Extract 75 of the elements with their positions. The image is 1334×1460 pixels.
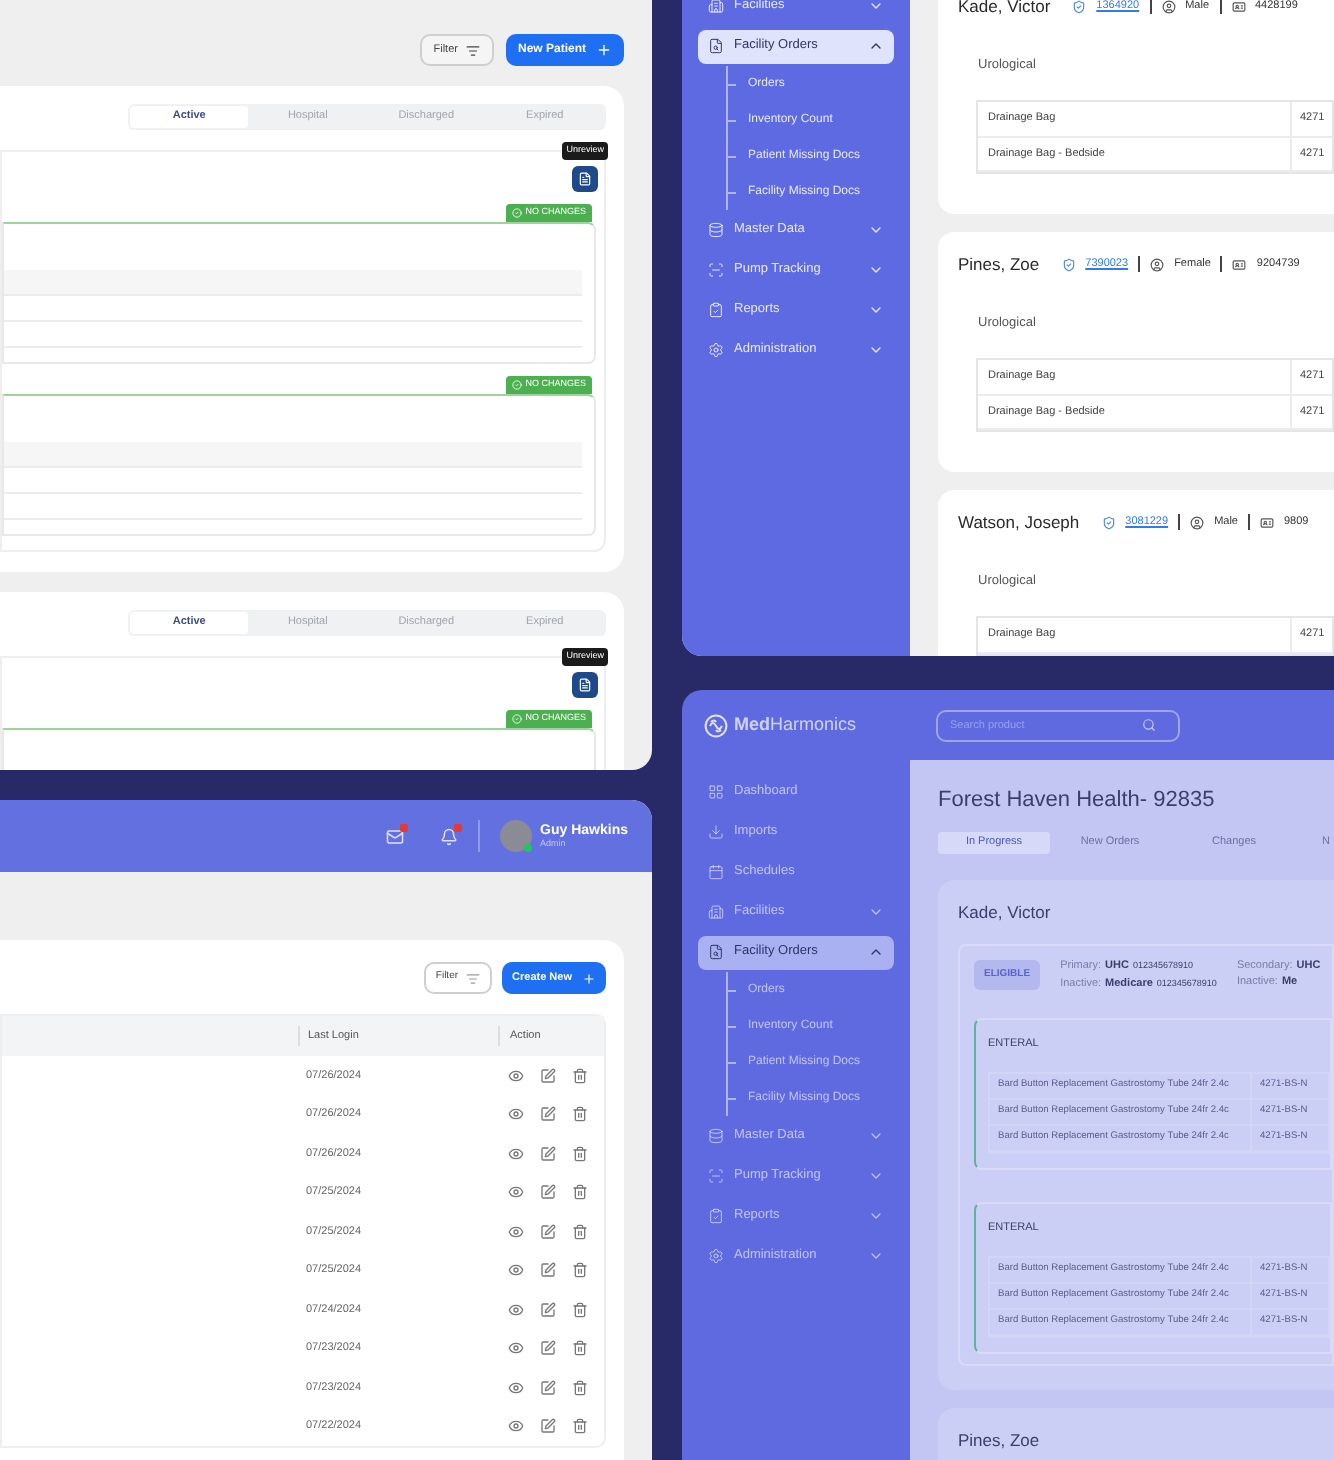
id-card-icon [1259,515,1274,529]
view-icon[interactable] [508,1418,524,1435]
bell-icon[interactable] [440,827,459,845]
view-icon[interactable] [508,1067,524,1084]
mail-icon[interactable] [386,827,405,845]
shield-icon [1061,257,1076,271]
check-icon [511,208,522,218]
clipboard-icon [708,302,724,318]
id-card-icon [1232,257,1247,271]
person-icon [1161,0,1176,13]
edit-icon[interactable] [540,1223,556,1240]
view-icon[interactable] [508,1340,524,1357]
delete-icon[interactable] [572,1379,588,1396]
delete-icon[interactable] [572,1418,588,1435]
patient-name: Pines, Zoe [958,1430,1042,1450]
grid-icon [708,784,724,800]
person-icon [1150,257,1165,271]
view-icon[interactable] [508,1301,524,1318]
scan-icon [708,262,724,278]
edit-icon[interactable] [540,1145,556,1162]
brand-name: MedHarmonics [734,711,857,738]
settings-icon [708,1248,724,1264]
document-icon [578,172,592,186]
patient-name: Pines, Zoe [958,251,1040,277]
building-icon [708,0,724,14]
unreview-button[interactable] [572,166,598,192]
id-card-icon [1231,0,1245,13]
check-icon [511,714,522,724]
delete-icon[interactable] [572,1301,588,1318]
unreview-button[interactable] [572,672,598,698]
shield-icon [1101,515,1116,529]
delete-icon[interactable] [572,1184,588,1201]
view-icon[interactable] [508,1379,524,1396]
database-icon [708,1128,724,1144]
edit-icon[interactable] [540,1067,556,1084]
edit-icon[interactable] [540,1184,556,1201]
delete-icon[interactable] [572,1067,588,1084]
scan-icon [708,1168,724,1184]
check-icon [511,380,522,390]
view-icon[interactable] [508,1145,524,1162]
download-icon [708,824,724,840]
person-icon [1190,515,1205,529]
delete-icon[interactable] [572,1262,588,1279]
settings-icon [708,342,724,358]
logo-icon [704,713,728,737]
document-search-icon [708,944,724,960]
clipboard-icon [708,1208,724,1224]
search-icon [1142,717,1156,731]
edit-icon[interactable] [540,1340,556,1357]
view-icon[interactable] [508,1106,524,1123]
delete-icon[interactable] [572,1145,588,1162]
filter-icon [465,43,480,57]
view-icon[interactable] [508,1184,524,1201]
delete-icon[interactable] [572,1106,588,1123]
delete-icon[interactable] [572,1340,588,1357]
page-title: Forest Haven Health- 92835 [938,786,1217,812]
database-icon [708,222,724,238]
shield-icon [1072,0,1087,13]
plus-icon [582,971,596,985]
edit-icon[interactable] [540,1418,556,1435]
patient-name: Kade, Victor [958,902,1053,922]
edit-icon[interactable] [540,1379,556,1396]
calendar-icon [708,864,724,880]
document-search-icon [708,38,724,54]
view-icon[interactable] [508,1223,524,1240]
view-icon[interactable] [508,1262,524,1279]
delete-icon[interactable] [572,1223,588,1240]
plus-icon [596,42,612,58]
edit-icon[interactable] [540,1106,556,1123]
patient-name: Watson, Joseph [958,509,1080,535]
edit-icon[interactable] [540,1301,556,1318]
edit-icon[interactable] [540,1262,556,1279]
filter-icon [466,971,481,985]
building-icon [708,904,724,920]
document-icon [578,678,592,692]
